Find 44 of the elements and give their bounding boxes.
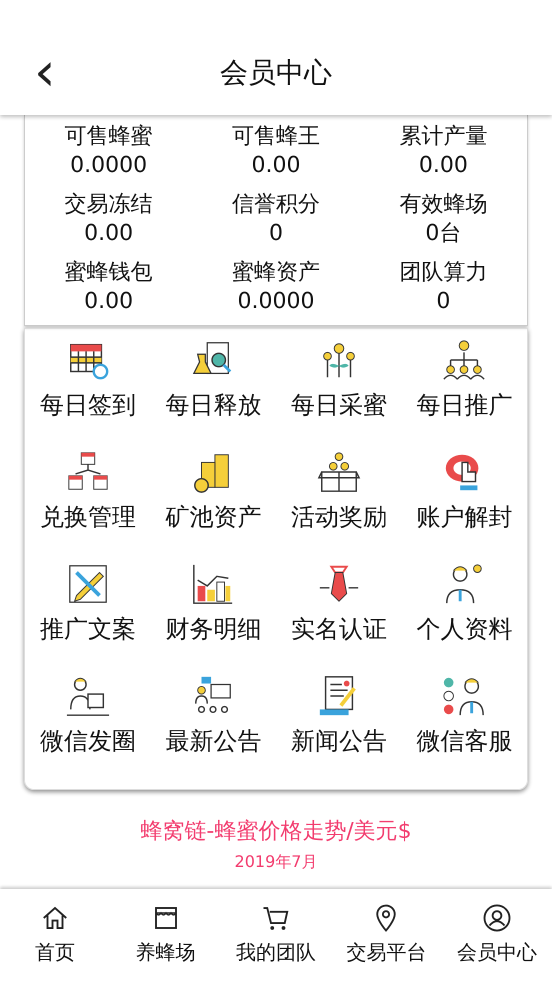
menu-item[interactable]: 微信客服 — [402, 669, 527, 781]
stat-label: 可售蜂蜜 — [64, 123, 153, 151]
menu-item[interactable]: 每日采蜜 — [276, 333, 402, 445]
stat-value: 0.0000 — [70, 152, 148, 180]
page-title: 会员中心 — [220, 54, 332, 90]
stat-value: 0.00 — [84, 288, 134, 316]
menu-item[interactable]: 最新公告 — [150, 669, 276, 781]
stat-value: 0 — [436, 288, 450, 316]
stat-value: 0 — [268, 220, 283, 248]
menu-item[interactable]: 推广文案 — [25, 557, 150, 669]
stat-value: 0.00 — [84, 220, 134, 248]
chart-title: 蜂窝链-蜂蜜价格走势/美元$ — [140, 818, 412, 846]
menu-item[interactable]: 矿池资产 — [150, 445, 276, 557]
stat-label: 蜜蜂钱包 — [64, 259, 153, 287]
back-button[interactable]: ‹ — [26, 50, 64, 94]
tab[interactable]: 养蜂场 — [110, 889, 221, 981]
stat-label: 交易冻结 — [64, 191, 153, 219]
menu-item[interactable]: 新闻公告 — [276, 669, 402, 781]
chart-subtitle: 2019年7月 — [234, 852, 318, 873]
stat-label: 信誉积分 — [232, 191, 320, 219]
tab[interactable]: 会员中心 — [442, 889, 552, 981]
stat-label: 累计产量 — [399, 123, 488, 151]
stat-value: 0.0000 — [238, 288, 314, 316]
menu-item[interactable]: 兑换管理 — [25, 445, 150, 557]
tab[interactable]: 我的团队 — [220, 889, 332, 981]
menu-item[interactable]: 每日推广 — [402, 333, 527, 445]
tab[interactable]: 交易平台 — [331, 889, 442, 981]
menu-item[interactable]: 账户解封 — [402, 445, 527, 557]
stat-value: 0.00 — [418, 152, 468, 180]
stat-value: 0.00 — [252, 152, 300, 180]
user-icon — [482, 903, 512, 933]
stat-label: 可售蜂王 — [232, 123, 320, 151]
menu-item[interactable]: 微信发圈 — [25, 669, 150, 781]
menu-item[interactable]: 实名认证 — [276, 557, 402, 669]
stat-label: 蜜蜂资产 — [232, 259, 320, 287]
menu-item[interactable]: 活动奖励 — [276, 445, 402, 557]
stat-label: 团队算力 — [399, 259, 488, 287]
menu-item[interactable]: 每日释放 — [150, 333, 276, 445]
tab[interactable]: 首页 — [0, 889, 110, 981]
menu-item[interactable]: 财务明细 — [150, 557, 276, 669]
stat-value: 0台 — [425, 220, 462, 248]
menu-item[interactable]: 每日签到 — [25, 333, 150, 445]
stat-label: 有效蜂场 — [399, 191, 488, 219]
menu-item[interactable]: 个人资料 — [402, 557, 527, 669]
